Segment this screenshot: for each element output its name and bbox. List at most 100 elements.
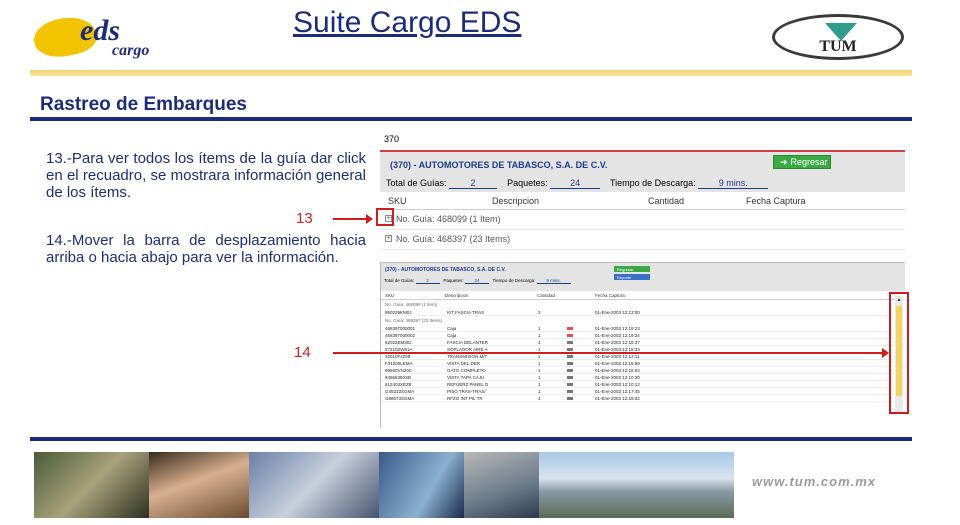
row-fecha: 01-Ene-2003 12:10:12 (595, 382, 640, 387)
guia-row[interactable]: + No. Guía: 468099 (1 Item) (380, 210, 905, 230)
row-desc: Caja (447, 326, 457, 331)
banner-photo-operator (149, 452, 249, 518)
table-row: 84966350SB VISTA TAPA CAJU 1 01-Ene-2003 12… (381, 374, 905, 381)
guia-label: No. Guía: 468099 (1 Item) (396, 214, 501, 224)
row-desc: REFUERZ PANEL D (447, 382, 489, 387)
mini-col-descripcion: Descripcion (445, 293, 469, 298)
callout-arrow-14 (333, 348, 889, 358)
footer-divider (30, 437, 912, 441)
instruction-step-14: 14.-Mover la barra de desplazamiento hac… (46, 232, 366, 266)
row-desc: FASCIA DELANTER (447, 340, 489, 345)
row-cant: 1 (538, 361, 541, 366)
item-status-icon (567, 334, 573, 337)
eds-cargo-logo: eds cargo (30, 11, 154, 63)
table-header: SKU Descripcion Cantidad Fecha Captura (380, 192, 905, 210)
banner-photo-highway (379, 452, 464, 518)
tum-logo: TUM (772, 14, 904, 60)
row-cant: 1 (538, 375, 541, 380)
website-url: www.tum.com.mx (752, 474, 877, 489)
tiempo-label: Tiempo de Descarga: (609, 178, 696, 188)
mini-tiempo-value: 9 mins. (536, 278, 571, 284)
row-sku: 62022EM30J (385, 340, 412, 345)
table-row: 468397000002 Caja 1 01-Ene-2003 12:19:24 (381, 332, 905, 339)
section-title: Rastreo de Embarques (40, 94, 247, 115)
mini-guia-row[interactable]: No. Guía: 468099 (1 Item) (381, 300, 905, 309)
item-status-icon (567, 397, 573, 400)
panel-header: (370) - AUTOMOTORES DE TABASCO, S.A. DE … (380, 152, 905, 192)
row-fecha: 01-Ene-2003 12:19:02 (595, 396, 640, 401)
col-descripcion: Descripcion (492, 196, 540, 206)
col-sku: SKU (388, 196, 407, 206)
item-status-icon (567, 362, 573, 365)
mini-guia-label: No. Guía: 468397 (23 Items) (385, 318, 443, 323)
mini-table-header: SKU Descripcion Cantidad Fecha Captura (381, 291, 905, 300)
item-status-icon (567, 383, 573, 386)
mini-col-fecha: Fecha Captura (595, 293, 625, 298)
row-cant: 1 (538, 368, 541, 373)
tiempo-value: 9 mins. (698, 178, 769, 189)
mini-company-name: (370) - AUTOMOTORES DE TABASCO, S.A. DE … (385, 267, 506, 273)
client-code-label: 370 (384, 134, 400, 144)
table-row: G45333SGMA PISO TRAS-TRAS/1 01-Ene-2003 12… (381, 388, 905, 395)
row-sku: 84966350SB (385, 375, 412, 380)
col-fecha-captura: Fecha Captura (746, 196, 806, 206)
regresar-button[interactable]: ➔ Regresar (773, 155, 831, 169)
row-sku: 32010F4208 (385, 354, 411, 359)
guia-row[interactable]: + No. Guía: 468397 (23 Items) (380, 230, 905, 250)
mini-regresar-button[interactable]: Regresar (614, 266, 650, 272)
callout-arrow-13 (333, 214, 373, 224)
banner-photo-terminal (539, 452, 734, 518)
shipment-stats: Total de Guías: 2 Paquetes: 24 Tiempo de… (386, 178, 769, 189)
table-row: 62022EM30J FASCIA DELANTER 1 01-Ene-2003 12… (381, 339, 905, 346)
row-cant: 1 (538, 354, 541, 359)
header-divider (30, 70, 912, 76)
row-desc: KIT FASCIA TRAS (447, 310, 485, 315)
mini-total-value: 2 (415, 278, 440, 284)
row-sku: 612403XE2B (385, 382, 412, 387)
mini-regresar-label: Regresar (617, 266, 634, 272)
row-cant: 1 (538, 382, 541, 387)
total-guias-value: 2 (449, 178, 498, 189)
banner-photo-trucks (34, 452, 149, 518)
row-desc: VISTA DEL DER (447, 361, 481, 366)
expanded-tracking-screenshot: (370) - AUTOMOTORES DE TABASCO, S.A. DE … (380, 262, 905, 428)
mini-guia-label: No. Guía: 468099 (1 Item) (385, 302, 438, 307)
logo-cargo-text: cargo (112, 42, 150, 59)
row-sku: 468397000001 (385, 326, 416, 331)
table-row: G86673SGMA RFZO INT PIL TR 1 01-Ene-2003 12… (381, 395, 905, 402)
footer-photo-banner (34, 452, 734, 518)
mini-reporte-label: Reporte (617, 274, 632, 280)
mini-reporte-button[interactable]: Reporte (614, 274, 650, 280)
item-status-icon (567, 390, 573, 393)
row-cant: 1 (538, 396, 541, 401)
mini-guia-row[interactable]: No. Guía: 468397 (23 Items) (381, 316, 905, 325)
col-cantidad: Cantidad (648, 196, 685, 206)
row-fecha: 01-Ene-2003 12:12:11 (595, 354, 640, 359)
company-name: (370) - AUTOMOTORES DE TABASCO, S.A. DE … (390, 160, 608, 170)
tum-logo-text: TUM (819, 38, 857, 55)
arrow-left-icon: ➔ (780, 156, 788, 167)
callout-number-13: 13 (296, 210, 313, 227)
item-status-icon (567, 369, 573, 372)
row-cant: 1 (538, 389, 541, 394)
item-status-icon (567, 327, 573, 330)
total-guias-label: Total de Guías: (386, 178, 447, 188)
row-sku: 99550VN20C (385, 368, 413, 373)
tracking-panel: (370) - AUTOMOTORES DE TABASCO, S.A. DE … (380, 150, 905, 254)
row-fecha: 01-Ene-2003 12:15:59 (595, 361, 640, 366)
row-desc: VISTA TAPA CAJU (447, 375, 485, 380)
expand-icon[interactable]: + (385, 235, 392, 242)
instruction-step-13: 13.-Para ver todos los ítems de la guía … (46, 150, 366, 201)
row-desc: TRANSMISION M/T (447, 354, 488, 359)
mini-items-list: 468397000001 Caja 1 01-Ene-2003 12:19:23 468… (381, 325, 905, 402)
mini-col-cantidad: Cantidad (537, 293, 556, 298)
mini-total-label: Total de Guías: (384, 278, 415, 283)
banner-photo-office (249, 452, 379, 518)
row-fecha: 01-Ene-2003 12:13:00 (595, 310, 640, 315)
table-row: 850229KM0J KIT FASCIA TRAS 3 01-Ene-2003… (381, 309, 905, 316)
mini-paquetes-value: 24 (464, 278, 489, 284)
table-row: 612403XE2B REFUERZ PANEL D 1 01-Ene-2003 12… (381, 381, 905, 388)
row-cant: 1 (538, 340, 541, 345)
regresar-label: Regresar (790, 157, 828, 167)
row-fecha: 01-Ene-2003 12:16:37 (595, 340, 640, 345)
